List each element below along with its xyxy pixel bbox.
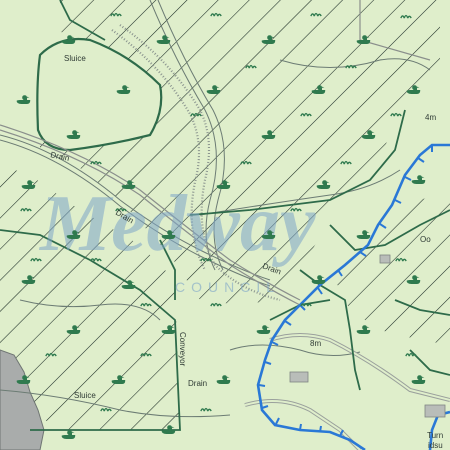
map-tile[interactable]: Medway COUNCIL Sluice Drain Drain Drain … (0, 0, 450, 450)
watermark-subtitle: COUNCIL (175, 279, 280, 295)
label-height-8m: 8m (310, 339, 321, 348)
label-sluice-bottom: Sluice (74, 391, 96, 400)
map-canvas[interactable]: Medway COUNCIL Sluice Drain Drain Drain … (0, 0, 450, 450)
label-sluice-top: Sluice (64, 54, 86, 63)
watermark-title: Medway (38, 180, 316, 268)
label-idsu: idsu (428, 441, 443, 450)
label-height-4m: 4m (425, 113, 436, 122)
label-drain-bottom: Drain (188, 379, 207, 388)
label-oo: Oo (420, 235, 431, 244)
label-conveyor: Conveyor (178, 332, 187, 367)
label-turn: Turn (427, 431, 443, 440)
